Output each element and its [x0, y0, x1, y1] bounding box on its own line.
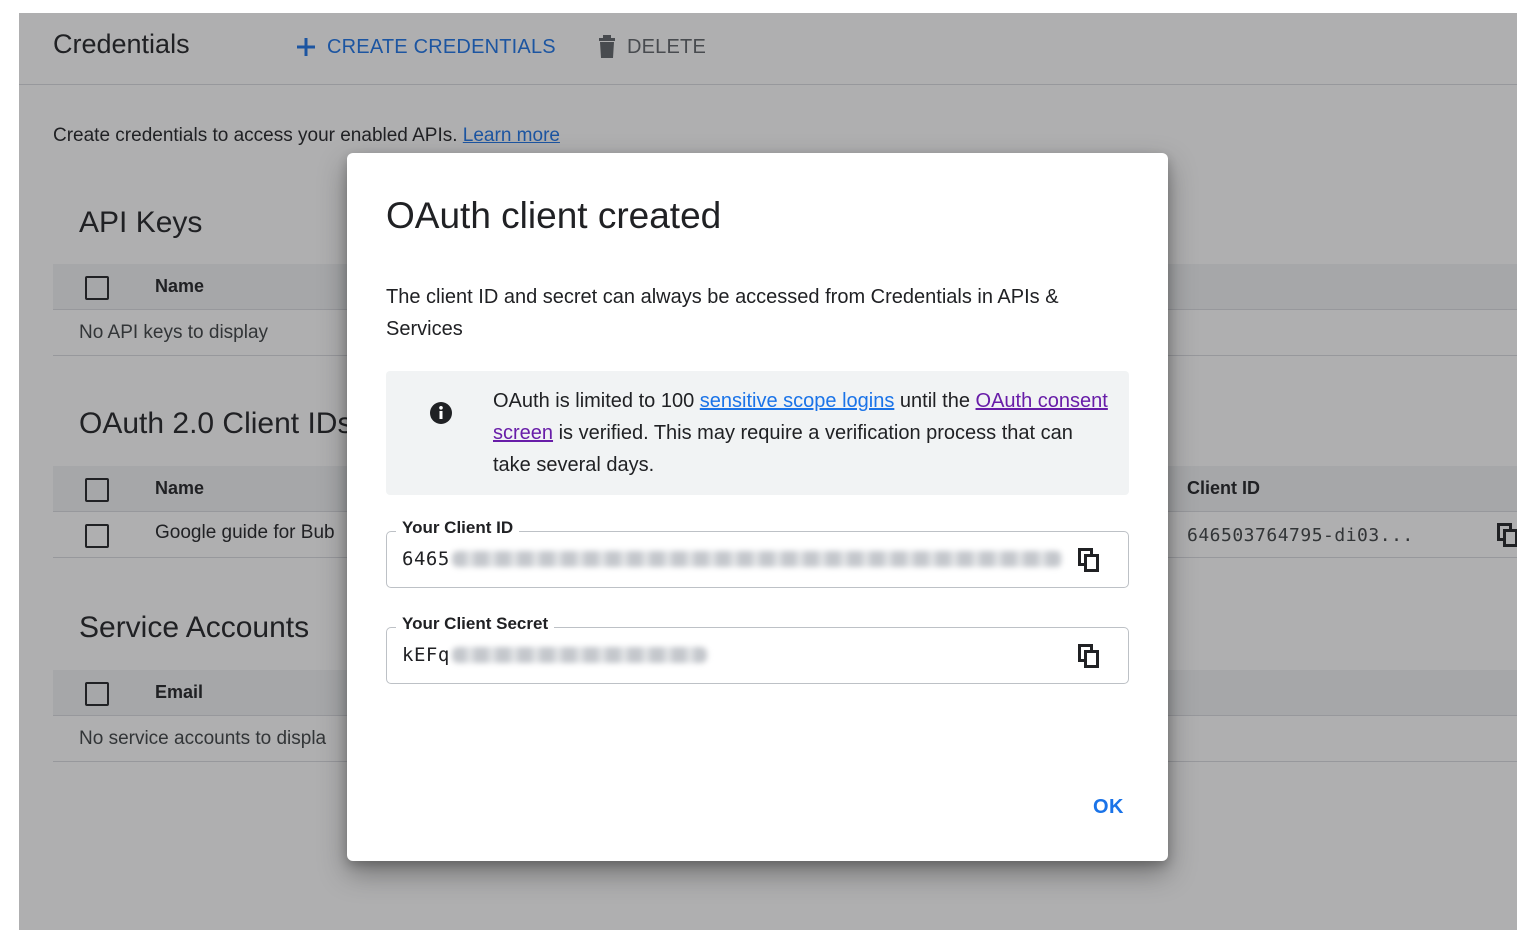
info-suffix: is verified. This may require a verifica…	[493, 422, 1073, 476]
oauth-client-created-dialog: OAuth client created The client ID and s…	[347, 153, 1168, 861]
info-icon	[429, 401, 453, 430]
ok-button[interactable]: OK	[1093, 796, 1124, 819]
frame-edge	[0, 0, 19, 946]
client-id-field[interactable]: Your Client ID 6465	[386, 518, 1129, 588]
client-id-value[interactable]: 6465	[402, 548, 1062, 570]
info-middle: until the	[899, 390, 970, 412]
client-secret-label: Your Client Secret	[396, 614, 555, 634]
frame-edge	[0, 0, 1530, 13]
client-secret-visible: kEFq	[402, 644, 450, 666]
frame-edge	[0, 930, 1530, 946]
redacted-blur	[451, 551, 1062, 567]
frame-edge	[1517, 0, 1530, 946]
client-secret-field[interactable]: Your Client Secret kEFq	[386, 614, 1129, 684]
client-secret-value[interactable]: kEFq	[402, 644, 707, 666]
client-id-visible: 6465	[402, 548, 450, 570]
info-banner: OAuth is limited to 100 sensitive scope …	[386, 371, 1129, 495]
client-id-label: Your Client ID	[396, 518, 520, 538]
info-prefix: OAuth is limited to 100	[493, 390, 695, 412]
copy-icon[interactable]	[1076, 547, 1102, 573]
copy-icon[interactable]	[1076, 643, 1102, 669]
sensitive-scope-logins-link[interactable]: sensitive scope logins	[700, 390, 895, 412]
dialog-title: OAuth client created	[386, 195, 722, 236]
dialog-description: The client ID and secret can always be a…	[386, 286, 1059, 340]
info-text: OAuth is limited to 100 sensitive scope …	[493, 385, 1113, 481]
redacted-blur	[451, 647, 707, 663]
